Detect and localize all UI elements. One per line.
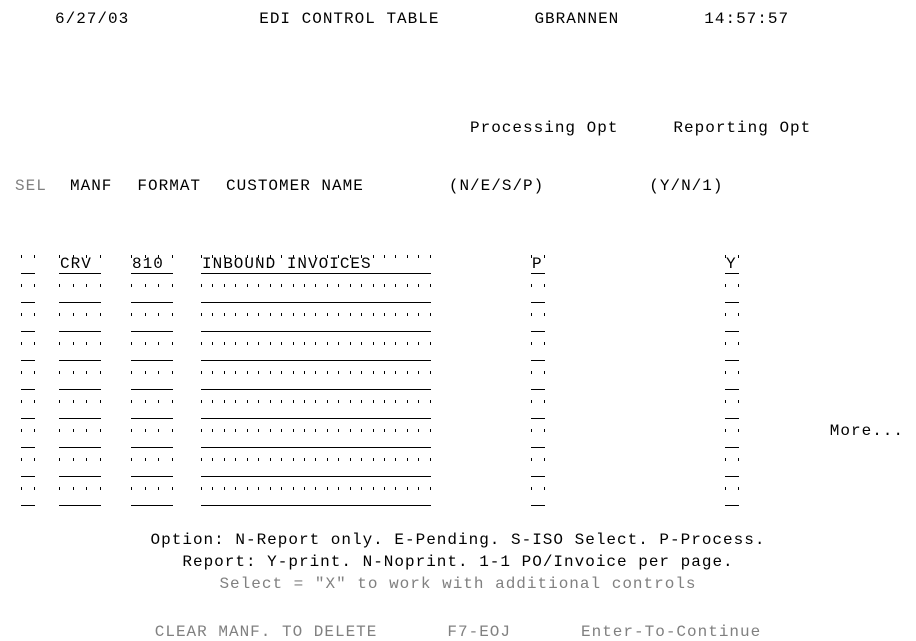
header-line: 6/27/03 EDI CONTROL TABLE GBRANNEN 14:57… — [15, 10, 901, 28]
table-row — [15, 448, 901, 477]
customer-input[interactable] — [201, 458, 431, 477]
footer-line1: Option: N-Report only. E-Pending. S-ISO … — [15, 531, 901, 549]
customer-input[interactable]: INBOUND INVOICES — [201, 255, 431, 274]
reporting-input[interactable] — [725, 400, 739, 419]
sel-input[interactable] — [21, 487, 35, 506]
sel-input[interactable] — [21, 400, 35, 419]
processing-input[interactable] — [531, 429, 545, 448]
reporting-input[interactable] — [725, 458, 739, 477]
sel-input[interactable] — [21, 313, 35, 332]
table-row — [15, 361, 901, 390]
sel-input[interactable] — [21, 371, 35, 390]
format-input[interactable] — [131, 313, 173, 332]
customer-input[interactable] — [201, 487, 431, 506]
reporting-input[interactable]: Y — [725, 255, 739, 274]
header-time: 14:57:57 — [704, 10, 789, 28]
format-input[interactable] — [131, 429, 173, 448]
table-row — [15, 332, 901, 361]
table-row: CRV 810 INBOUND INVOICES P Y — [15, 245, 901, 274]
manf-input[interactable]: CRV — [59, 255, 101, 274]
col-reporting-2: (Y/N/1) — [649, 177, 723, 195]
column-headers: Processing Opt Reporting Opt SEL MANF FO… — [15, 83, 901, 231]
processing-input[interactable] — [531, 313, 545, 332]
col-format: FORMAT — [137, 177, 201, 195]
format-input[interactable] — [131, 458, 173, 477]
sel-input[interactable] — [21, 429, 35, 448]
col-manf: MANF — [70, 177, 112, 195]
format-input[interactable]: 810 — [131, 255, 173, 274]
sel-input[interactable] — [21, 342, 35, 361]
processing-input[interactable] — [531, 284, 545, 303]
format-input[interactable] — [131, 487, 173, 506]
reporting-input[interactable] — [725, 313, 739, 332]
col-processing-2: (N/E/S/P) — [449, 177, 544, 195]
footer-line2: Report: Y-print. N-Noprint. 1-1 PO/Invoi… — [15, 553, 901, 571]
table-row — [15, 419, 901, 448]
header-title: EDI CONTROL TABLE — [259, 10, 439, 28]
sel-input[interactable] — [21, 458, 35, 477]
format-input[interactable] — [131, 371, 173, 390]
manf-input[interactable] — [59, 342, 101, 361]
format-input[interactable] — [131, 400, 173, 419]
header-date: 6/27/03 — [55, 10, 129, 28]
table-row — [15, 303, 901, 332]
reporting-input[interactable] — [725, 487, 739, 506]
col-processing-1: Processing Opt — [470, 119, 618, 137]
customer-input[interactable] — [201, 429, 431, 448]
col-sel: SEL — [15, 177, 70, 195]
col-customer: CUSTOMER NAME — [226, 177, 364, 195]
reporting-input[interactable] — [725, 429, 739, 448]
data-rows: CRV 810 INBOUND INVOICES P Y — [15, 245, 901, 506]
customer-input[interactable] — [201, 284, 431, 303]
customer-input[interactable] — [201, 371, 431, 390]
manf-input[interactable] — [59, 458, 101, 477]
sel-input[interactable] — [21, 255, 35, 274]
more-indicator: More... — [830, 422, 904, 440]
manf-input[interactable] — [59, 429, 101, 448]
fnkey-clear[interactable]: CLEAR MANF. TO DELETE — [155, 623, 378, 641]
manf-input[interactable] — [59, 284, 101, 303]
reporting-input[interactable] — [725, 342, 739, 361]
format-input[interactable] — [131, 342, 173, 361]
manf-input[interactable] — [59, 400, 101, 419]
customer-input[interactable] — [201, 313, 431, 332]
manf-input[interactable] — [59, 371, 101, 390]
footer-help: Option: N-Report only. E-Pending. S-ISO … — [15, 531, 901, 593]
processing-input[interactable]: P — [531, 255, 545, 274]
customer-input[interactable] — [201, 400, 431, 419]
table-row — [15, 390, 901, 419]
table-row — [15, 477, 901, 506]
fnkey-enter[interactable]: Enter-To-Continue — [581, 623, 761, 641]
col-reporting-1: Reporting Opt — [673, 119, 811, 137]
table-row — [15, 274, 901, 303]
function-keys: CLEAR MANF. TO DELETE F7-EOJ Enter-To-Co… — [15, 623, 901, 641]
customer-input[interactable] — [201, 342, 431, 361]
reporting-input[interactable] — [725, 371, 739, 390]
processing-input[interactable] — [531, 400, 545, 419]
footer-line3: Select = "X" to work with additional con… — [15, 575, 901, 593]
format-input[interactable] — [131, 284, 173, 303]
manf-input[interactable] — [59, 313, 101, 332]
fnkey-f7[interactable]: F7-EOJ — [447, 623, 511, 641]
processing-input[interactable] — [531, 371, 545, 390]
header-user: GBRANNEN — [534, 10, 619, 28]
sel-input[interactable] — [21, 284, 35, 303]
reporting-input[interactable] — [725, 284, 739, 303]
processing-input[interactable] — [531, 487, 545, 506]
processing-input[interactable] — [531, 458, 545, 477]
processing-input[interactable] — [531, 342, 545, 361]
manf-input[interactable] — [59, 487, 101, 506]
